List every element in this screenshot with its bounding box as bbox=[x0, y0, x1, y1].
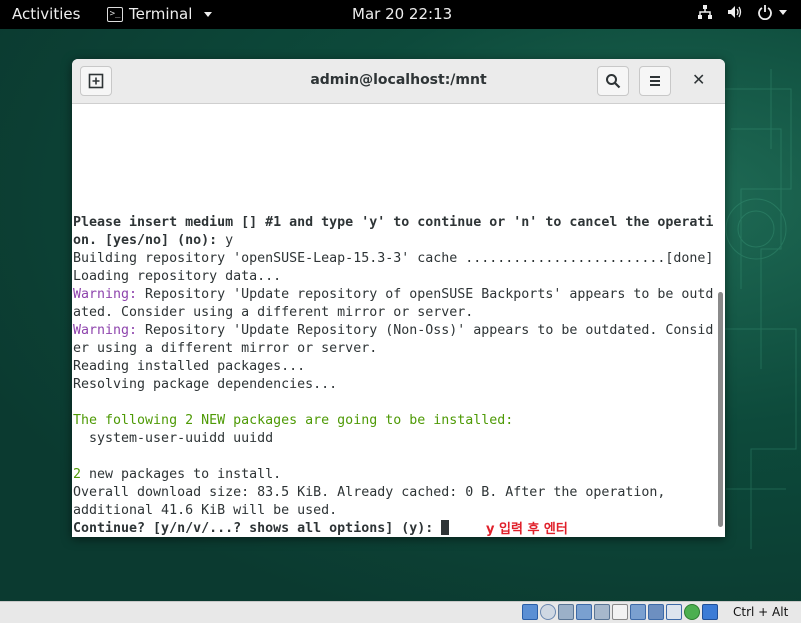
terminal-line: Overall download size: 83.5 KiB. Already… bbox=[73, 485, 666, 500]
activities-button[interactable]: Activities bbox=[12, 5, 80, 23]
annotation-text: y 입력 후 엔터 bbox=[486, 522, 568, 537]
package-count: 2 bbox=[73, 467, 82, 482]
terminal-window: admin@localhost:/mnt ✕ Please insert med… bbox=[72, 59, 725, 537]
terminal-line: Resolving package dependencies... bbox=[73, 377, 338, 392]
terminal-line: Loading repository data... bbox=[73, 269, 282, 284]
search-button[interactable] bbox=[597, 66, 629, 96]
audio-icon[interactable] bbox=[558, 604, 574, 620]
terminal-line: Building repository 'openSUSE-Leap-15.3-… bbox=[73, 251, 714, 266]
power-menu[interactable] bbox=[757, 4, 787, 20]
display-icon[interactable] bbox=[630, 604, 646, 620]
power-icon bbox=[758, 5, 772, 20]
terminal-line: Warning: Repository 'Update repository o… bbox=[73, 286, 713, 304]
scrollbar-thumb[interactable] bbox=[718, 292, 723, 527]
text-cursor bbox=[441, 520, 450, 535]
shared-folders-icon[interactable] bbox=[612, 604, 628, 620]
warning-label: Warning: bbox=[73, 323, 138, 338]
app-menu-label: Terminal bbox=[129, 5, 193, 23]
host-key-label: Ctrl + Alt bbox=[733, 605, 789, 619]
warning-label: Warning: bbox=[73, 287, 138, 302]
chevron-down-icon bbox=[779, 9, 787, 15]
terminal-line: ated. Consider using a different mirror … bbox=[73, 305, 474, 320]
terminal-line: on. [yes/no] (no): y bbox=[73, 232, 233, 250]
terminal-app-icon: >_ bbox=[107, 6, 123, 22]
terminal-line: Reading installed packages... bbox=[73, 359, 306, 374]
warning-text: Repository 'Update repository of openSUS… bbox=[137, 287, 714, 302]
menu-button[interactable] bbox=[639, 66, 671, 96]
warning-text: Repository 'Update Repository (Non-Oss)'… bbox=[137, 323, 714, 338]
recording-icon[interactable] bbox=[648, 604, 664, 620]
network-icon bbox=[698, 5, 712, 19]
virtualization-icon[interactable] bbox=[666, 604, 682, 620]
hamburger-menu-icon bbox=[650, 76, 660, 86]
volume-icon bbox=[728, 6, 742, 18]
clock[interactable]: Mar 20 22:13 bbox=[352, 5, 452, 23]
terminal-line: additional 41.6 KiB will be used. bbox=[73, 503, 338, 518]
terminal-line: Continue? [y/n/v/...? shows all options]… bbox=[73, 520, 450, 537]
terminal-line: Please insert medium [] #1 and type 'y' … bbox=[73, 215, 714, 230]
terminal-line: er using a different mirror or server. bbox=[73, 341, 378, 356]
user-input: y bbox=[225, 233, 234, 248]
vm-status-bar: Ctrl + Alt bbox=[0, 601, 801, 623]
mouse-integration-icon[interactable] bbox=[684, 604, 700, 620]
close-button[interactable]: ✕ bbox=[692, 70, 705, 89]
network-adapter-icon[interactable] bbox=[576, 604, 592, 620]
window-headerbar: admin@localhost:/mnt ✕ bbox=[72, 59, 725, 104]
system-tray[interactable] bbox=[697, 4, 787, 20]
optical-drive-icon[interactable] bbox=[540, 604, 556, 620]
terminal-line: system-user-uuidd uuidd bbox=[73, 431, 274, 446]
usb-icon[interactable] bbox=[594, 604, 610, 620]
continue-prompt: Continue? [y/n/v/...? shows all options]… bbox=[73, 521, 442, 536]
terminal-output[interactable]: Please insert medium [] #1 and type 'y' … bbox=[72, 104, 717, 537]
chevron-down-icon bbox=[204, 11, 213, 17]
terminal-line: Warning: Repository 'Update Repository (… bbox=[73, 322, 713, 340]
terminal-line: The following 2 NEW packages are going t… bbox=[73, 413, 514, 428]
vm-device-icons bbox=[522, 604, 718, 620]
package-count-text: new packages to install. bbox=[81, 467, 282, 482]
search-icon bbox=[606, 74, 621, 89]
gnome-top-bar: Activities >_ Terminal Mar 20 22:13 bbox=[0, 0, 801, 29]
hard-disk-icon[interactable] bbox=[522, 604, 538, 620]
terminal-scrollbar[interactable] bbox=[717, 104, 725, 537]
terminal-line: 2 new packages to install. bbox=[73, 466, 281, 484]
app-menu-terminal[interactable]: >_ Terminal bbox=[107, 5, 213, 23]
prompt-text: on. [yes/no] (no): bbox=[73, 233, 226, 248]
keyboard-capture-icon[interactable] bbox=[702, 604, 718, 620]
